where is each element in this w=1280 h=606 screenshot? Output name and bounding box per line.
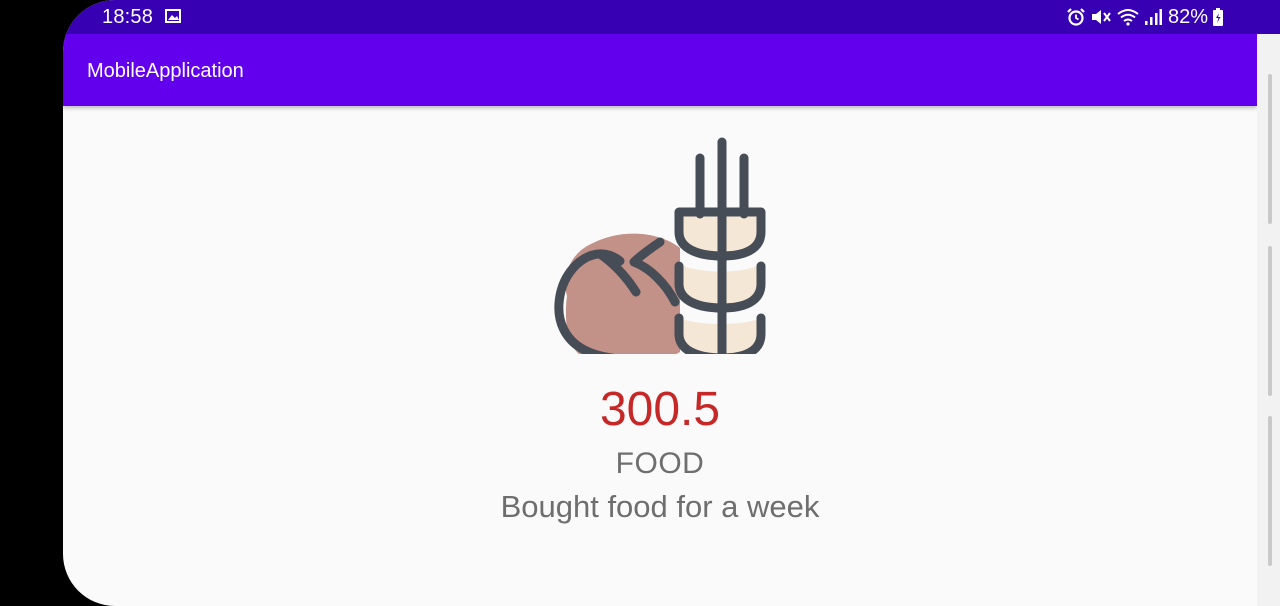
bread-wheat-icon bbox=[548, 128, 776, 369]
side-panel bbox=[1257, 34, 1280, 606]
status-icons: 82% bbox=[1066, 6, 1224, 28]
scrollbar-segment[interactable] bbox=[1268, 246, 1272, 396]
phone-screen: 18:58 82% MobileApplication 300.5 FOOD B… bbox=[63, 0, 1280, 606]
app-title: MobileApplication bbox=[87, 60, 244, 82]
alarm-icon bbox=[1066, 7, 1086, 27]
transaction-category: FOOD bbox=[615, 447, 705, 480]
signal-icon bbox=[1144, 7, 1162, 27]
app-bar: MobileApplication bbox=[63, 34, 1257, 106]
scrollbar-segment[interactable] bbox=[1268, 416, 1272, 566]
wifi-icon bbox=[1116, 7, 1140, 27]
image-icon bbox=[165, 9, 181, 23]
transaction-amount: 300.5 bbox=[599, 383, 721, 436]
scrollbar-segment[interactable] bbox=[1268, 74, 1272, 224]
status-time: 18:58 bbox=[102, 6, 154, 28]
battery-percent: 82% bbox=[1167, 5, 1208, 28]
battery-icon bbox=[1212, 7, 1224, 27]
transaction-description: Bought food for a week bbox=[500, 489, 820, 524]
mute-icon bbox=[1090, 7, 1112, 27]
status-bar: 18:58 82% bbox=[63, 0, 1280, 34]
transaction-detail: 300.5 FOOD Bought food for a week bbox=[63, 106, 1257, 606]
